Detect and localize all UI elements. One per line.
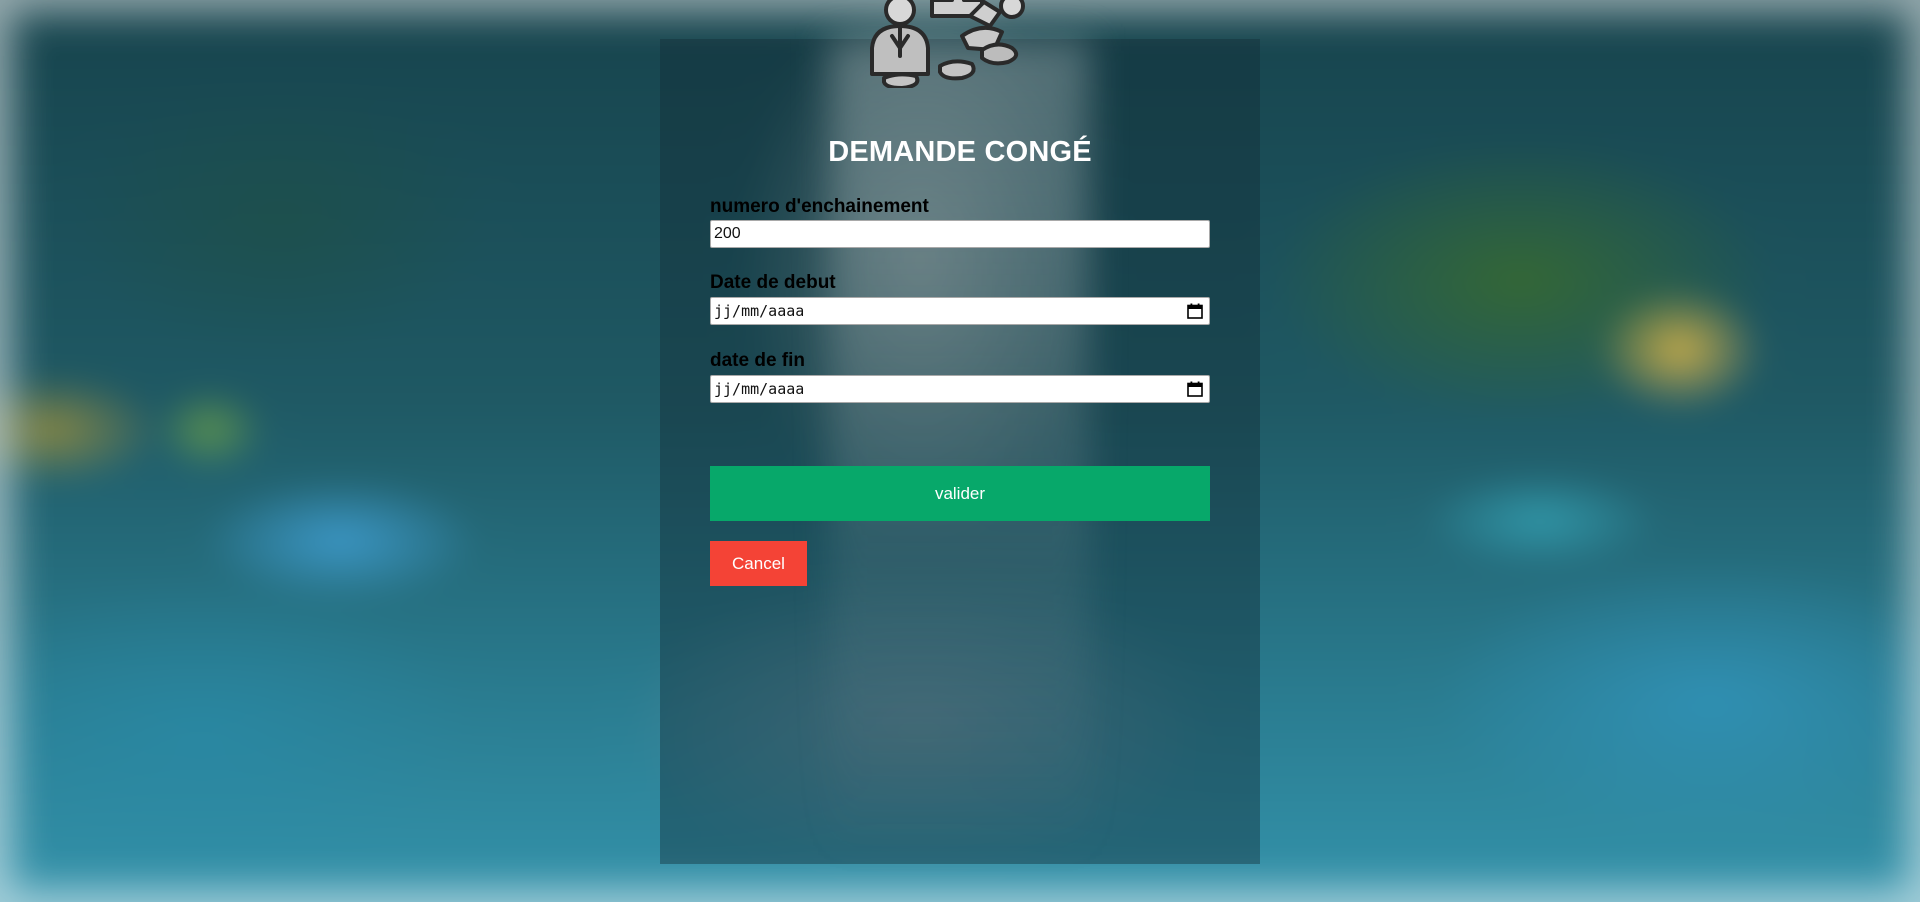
start-date-label: Date de debut xyxy=(710,272,836,293)
page-title: DEMANDE CONGÉ xyxy=(828,136,1092,168)
start-date-input[interactable]: jj/mm/aaaa xyxy=(710,297,1210,325)
chain-number-input[interactable]: 200 xyxy=(710,220,1210,248)
end-date-placeholder: jj/mm/aaaa xyxy=(714,380,805,398)
end-date-input[interactable]: jj/mm/aaaa xyxy=(710,375,1210,403)
chain-number-label: numero d'enchainement xyxy=(710,196,929,217)
start-date-placeholder: jj/mm/aaaa xyxy=(714,302,805,320)
cancel-button[interactable]: Cancel xyxy=(710,541,807,586)
end-date-label: date de fin xyxy=(710,350,806,371)
logo xyxy=(832,0,1078,88)
calendar-icon[interactable] xyxy=(1185,379,1205,399)
chain-number-value: 200 xyxy=(714,225,741,242)
submit-button[interactable]: valider xyxy=(710,466,1210,521)
calendar-icon[interactable] xyxy=(1185,301,1205,321)
